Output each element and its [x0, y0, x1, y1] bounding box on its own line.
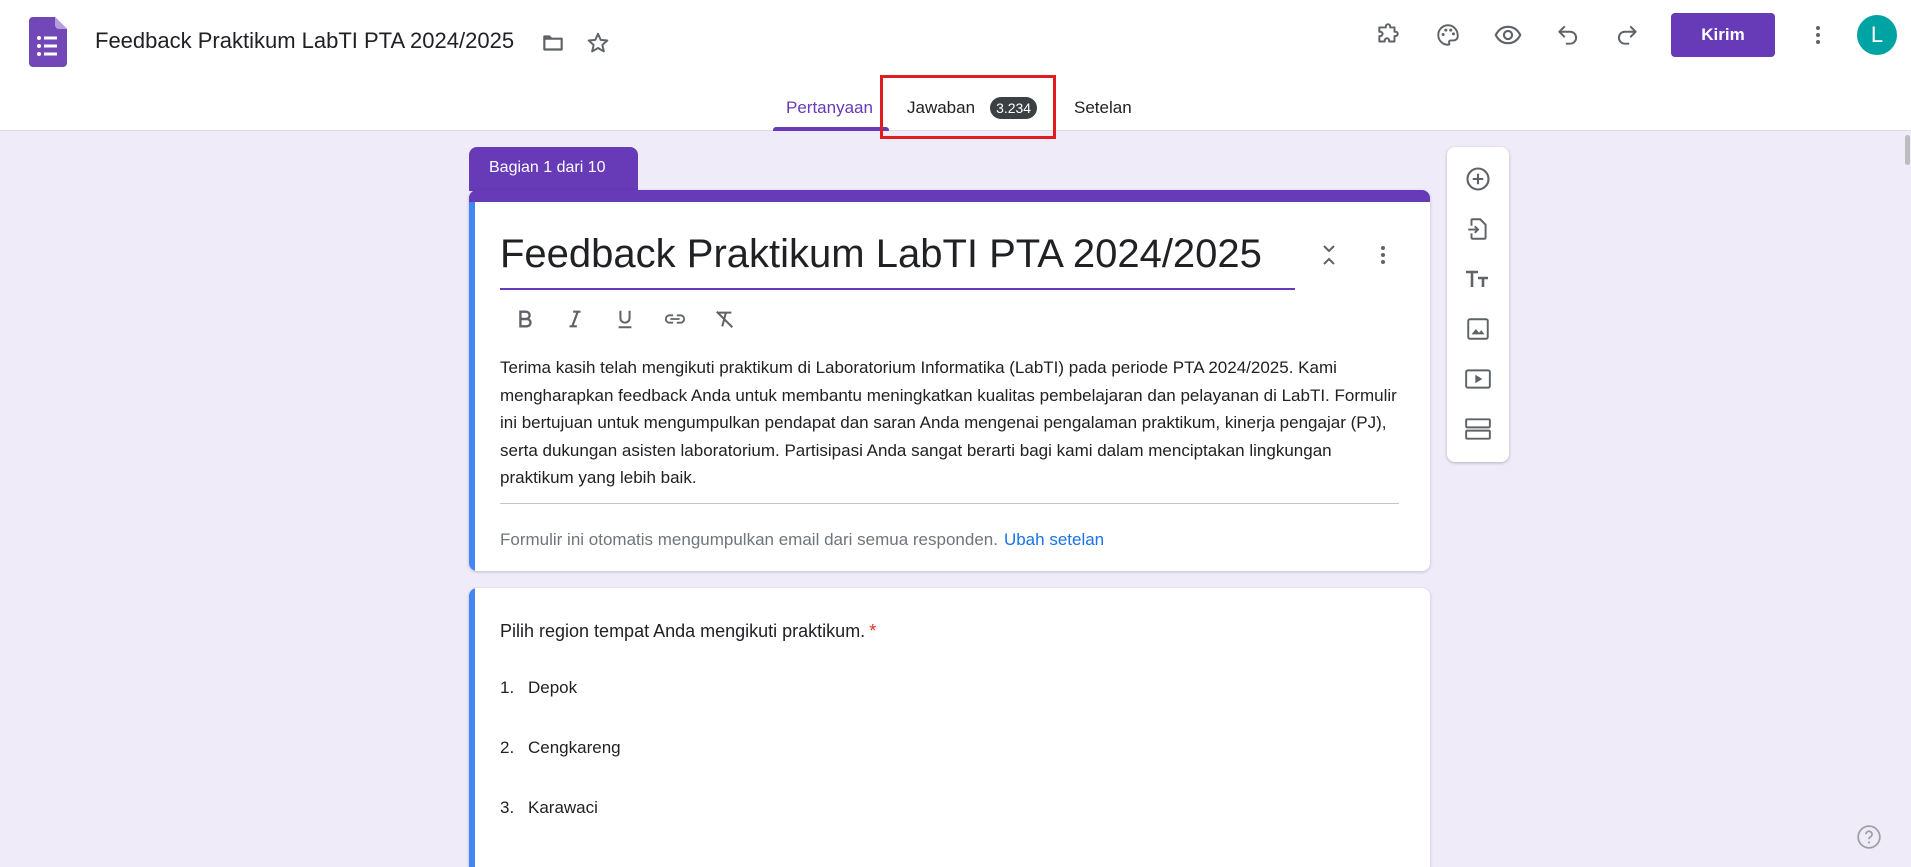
document-title[interactable]: Feedback Praktikum LabTI PTA 2024/2025	[95, 28, 514, 54]
collapse-section-icon[interactable]	[1314, 240, 1344, 270]
option-number: 3.	[500, 798, 515, 817]
section-more-icon[interactable]	[1368, 240, 1398, 270]
more-vert-icon[interactable]	[1800, 17, 1836, 53]
folder-icon[interactable]	[535, 25, 571, 61]
floating-toolbar	[1447, 147, 1509, 462]
focus-accent-bar	[469, 588, 475, 867]
question-title-text: Pilih region tempat Anda mengikuti prakt…	[500, 621, 866, 641]
description-underline	[500, 503, 1399, 504]
add-question-icon[interactable]	[1458, 159, 1498, 199]
tab-responses[interactable]: Jawaban 3.234	[907, 85, 1038, 131]
palette-icon[interactable]	[1430, 17, 1466, 53]
undo-icon[interactable]	[1550, 17, 1586, 53]
add-section-icon[interactable]	[1458, 409, 1498, 449]
email-note-text: Formulir ini otomatis mengumpulkan email…	[500, 530, 998, 549]
option-label: Cengkareng	[528, 738, 621, 757]
avatar[interactable]: L	[1857, 15, 1897, 55]
bold-icon[interactable]	[500, 301, 550, 337]
option-label: Karawaci	[528, 798, 598, 817]
form-title-input[interactable]: Feedback Praktikum LabTI PTA 2024/2025	[500, 232, 1262, 277]
tab-settings[interactable]: Setelan	[1074, 85, 1132, 131]
add-image-icon[interactable]	[1458, 309, 1498, 349]
add-title-icon[interactable]	[1458, 259, 1498, 299]
forms-app-icon[interactable]	[29, 17, 67, 67]
responses-count-badge: 3.234	[990, 97, 1038, 119]
question-card[interactable]: Pilih region tempat Anda mengikuti prakt…	[469, 588, 1430, 867]
tab-bar: Pertanyaan Jawaban 3.234 Setelan	[0, 85, 1911, 131]
addon-icon[interactable]	[1370, 17, 1406, 53]
help-icon[interactable]	[1855, 823, 1883, 851]
option-item[interactable]: 3. Karawaci	[500, 798, 598, 818]
option-number: 2.	[500, 738, 515, 757]
underline-icon[interactable]	[600, 301, 650, 337]
link-icon[interactable]	[650, 301, 700, 337]
form-header-card[interactable]: Feedback Praktikum LabTI PTA 2024/2025 T…	[469, 190, 1430, 571]
clear-formatting-icon[interactable]	[700, 301, 750, 337]
question-title[interactable]: Pilih region tempat Anda mengikuti prakt…	[500, 621, 876, 642]
preview-eye-icon[interactable]	[1490, 17, 1526, 53]
focus-accent-bar	[469, 202, 475, 571]
import-questions-icon[interactable]	[1458, 209, 1498, 249]
option-item[interactable]: 2. Cengkareng	[500, 738, 621, 758]
form-description[interactable]: Terima kasih telah mengikuti praktikum d…	[500, 354, 1405, 492]
email-collection-note: Formulir ini otomatis mengumpulkan email…	[500, 530, 1104, 550]
tab-questions[interactable]: Pertanyaan	[786, 85, 873, 131]
app-header: Feedback Praktikum LabTI PTA 2024/2025 K…	[0, 0, 1911, 139]
option-number: 1.	[500, 678, 515, 697]
option-label: Depok	[528, 678, 578, 697]
section-label: Bagian 1 dari 10	[469, 147, 638, 191]
star-icon[interactable]	[580, 25, 616, 61]
active-tab-indicator	[773, 127, 889, 131]
change-settings-link[interactable]: Ubah setelan	[1004, 530, 1104, 549]
add-video-icon[interactable]	[1458, 359, 1498, 399]
title-underline	[500, 288, 1295, 290]
redo-icon[interactable]	[1609, 17, 1645, 53]
required-mark: *	[869, 621, 877, 641]
page-scrollbar[interactable]	[1905, 135, 1910, 165]
italic-icon[interactable]	[550, 301, 600, 337]
formatting-toolbar	[500, 301, 750, 337]
tab-responses-label: Jawaban	[907, 98, 976, 117]
send-button[interactable]: Kirim	[1671, 13, 1775, 57]
option-item[interactable]: 1. Depok	[500, 678, 577, 698]
